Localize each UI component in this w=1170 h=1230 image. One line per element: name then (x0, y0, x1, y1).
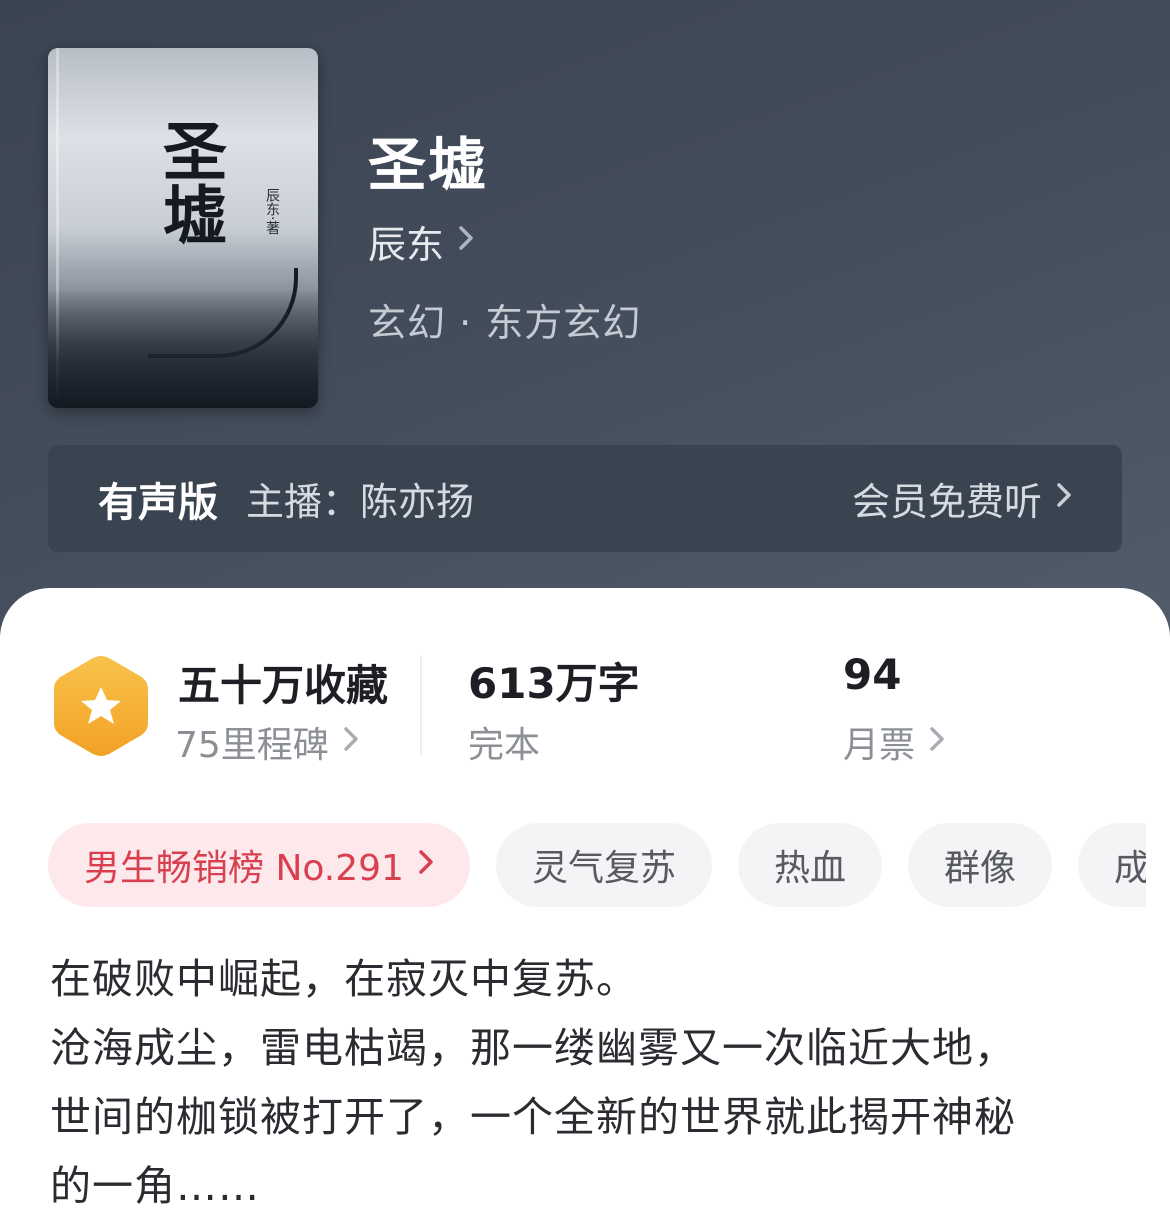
tag-row[interactable]: 男生畅销榜 No.291 灵气复苏 热血 群像 成长 (48, 823, 1146, 909)
genre-tag[interactable]: 热血 (737, 823, 882, 907)
audio-host: 主播：陈亦扬 (246, 480, 475, 524)
word-count: 613万字 (468, 659, 640, 708)
author-name: 辰东 (368, 223, 445, 267)
book-genre: 玄幻 · 东方玄幻 (368, 301, 642, 345)
audio-edition-bar[interactable]: 有声版 主播：陈亦扬 会员免费听 (48, 445, 1122, 552)
book-header: 圣墟 辰东·著 圣墟 辰东 玄幻 · 东方玄幻 有声版 主播：陈亦扬 会员免费听 (0, 0, 1170, 660)
synopsis-line: 在破败中崛起，在寂灭中复苏。 (50, 955, 638, 1003)
genre-tag[interactable]: 成长 (1077, 823, 1146, 907)
chevron-right-icon (458, 224, 474, 259)
author-link[interactable]: 辰东 (368, 214, 474, 269)
synopsis-line: 的一角…… (50, 1162, 260, 1210)
member-free-listen-label: 会员免费听 (851, 480, 1042, 524)
genre-tag[interactable]: 群像 (907, 823, 1052, 907)
ranking-tag-label: 男生畅销榜 No.291 (84, 848, 404, 889)
milestone-label: 75里程碑 (175, 725, 329, 766)
book-synopsis[interactable]: 在破败中崛起，在寂灭中复苏。 沧海成尘，雷电枯竭，那一缕幽雾又一次临近大地， 世… (50, 945, 1140, 1221)
monthly-tickets-label: 月票 (843, 725, 916, 766)
book-title: 圣墟 (368, 131, 489, 199)
synopsis-line: 沧海成尘，雷电枯竭，那一缕幽雾又一次临近大地， (50, 1024, 1016, 1072)
completion-label: 完本 (468, 725, 541, 766)
milestone-link[interactable]: 75里程碑 (175, 716, 359, 768)
chevron-right-icon (343, 725, 359, 760)
synopsis-line: 世间的枷锁被打开了，一个全新的世界就此揭开神秘 (50, 1093, 1016, 1141)
star-badge-icon (52, 654, 150, 758)
chevron-right-icon (929, 725, 945, 760)
favorites-count: 五十万收藏 (178, 661, 389, 710)
member-free-listen-link[interactable]: 会员免费听 (852, 471, 1072, 526)
genre-tag[interactable]: 灵气复苏 (495, 823, 712, 907)
book-cover[interactable]: 圣墟 辰东·著 (48, 48, 318, 408)
chevron-right-icon (1056, 481, 1072, 516)
chevron-right-icon (418, 849, 434, 882)
audio-label: 有声版 (98, 479, 218, 526)
cover-title: 圣墟 (152, 118, 227, 246)
completion-status: 完本 (468, 716, 540, 768)
ranking-tag[interactable]: 男生畅销榜 No.291 (48, 823, 470, 907)
cover-mist (48, 288, 318, 408)
monthly-tickets-link[interactable]: 月票 (843, 716, 945, 768)
monthly-tickets-count: 94 (843, 650, 902, 699)
stat-divider (420, 655, 422, 755)
cover-author: 辰东·著 (264, 188, 280, 235)
